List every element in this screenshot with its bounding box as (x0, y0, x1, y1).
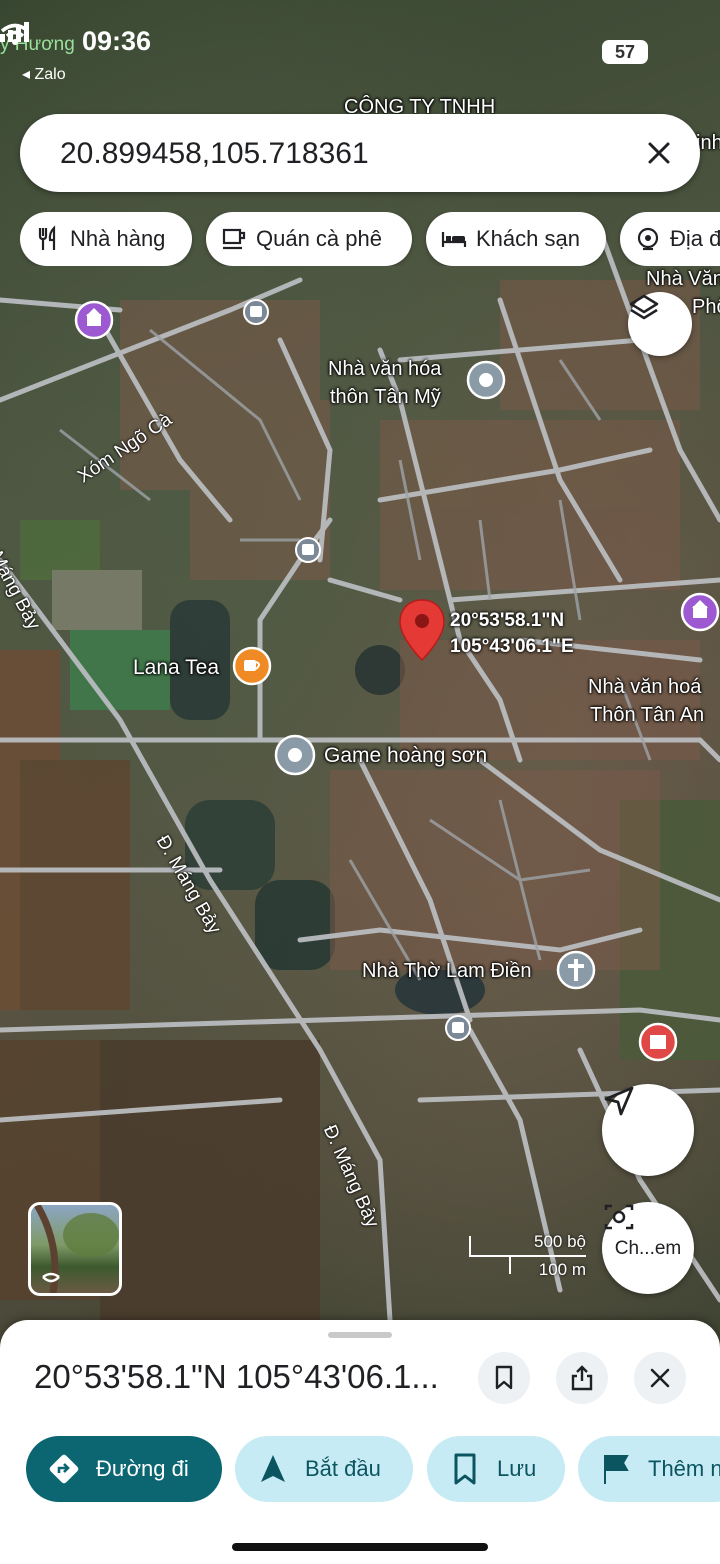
cafe-icon (222, 228, 246, 250)
church-poi-icon[interactable] (556, 950, 596, 994)
camera-icon (604, 1204, 634, 1230)
bus-stop-icon[interactable] (294, 536, 322, 564)
search-input[interactable] (58, 130, 622, 178)
close-icon[interactable] (642, 136, 676, 170)
chip-label: Quán cà phê (256, 226, 382, 251)
status-time: 09:36 (82, 26, 152, 56)
save-icon-button[interactable] (478, 1352, 530, 1404)
place-label-tan-my-2[interactable]: thôn Tân Mỹ (330, 386, 441, 409)
camera-search-button[interactable]: Ch...em (602, 1202, 694, 1294)
street-view-thumbnail[interactable] (28, 1202, 122, 1296)
share-icon (571, 1365, 593, 1391)
street-view-rotate-icon (33, 1205, 119, 1293)
save-label: Lưu (497, 1456, 537, 1481)
place-label-tan-an-2[interactable]: Thôn Tân An (590, 704, 704, 727)
chip-restaurants[interactable]: Nhà hàng (20, 212, 192, 266)
pin-lng-label: 105°43'06.1"E (450, 636, 574, 657)
search-bar[interactable] (20, 114, 700, 192)
scale-metric: 100 m (538, 1260, 586, 1279)
bus-stop-icon[interactable] (242, 298, 270, 326)
place-label-nha-tho-lam-dien[interactable]: Nhà Thờ Lam Điền (362, 960, 532, 983)
add-label-button[interactable]: Thêm n (578, 1436, 720, 1502)
back-to-app-link[interactable]: ◂ Zalo (22, 64, 66, 84)
battery-indicator: 57 (602, 40, 648, 64)
attraction-icon (637, 227, 659, 251)
navigation-arrow-icon (604, 1086, 634, 1116)
flag-icon (604, 1455, 629, 1484)
camera-button-label: Ch...em (614, 1238, 682, 1259)
hotel-icon (441, 232, 467, 247)
wifi-icon (0, 23, 30, 45)
scale-imperial: 500 bộ (534, 1232, 586, 1251)
close-sheet-button[interactable] (634, 1352, 686, 1404)
place-label-tan-my-1[interactable]: Nhà văn hóa (328, 358, 441, 381)
my-location-button[interactable] (602, 1084, 694, 1176)
chip-label: Địa đ (670, 226, 720, 251)
place-title: 20°53'58.1"N 105°43'06.1... (34, 1358, 439, 1395)
place-bottom-sheet: 20°53'58.1"N 105°43'06.1... Đường đi Bắt… (0, 1320, 720, 1564)
map-scale: 500 bộ 100 m (468, 1230, 592, 1280)
directions-button[interactable]: Đường đi (26, 1436, 222, 1502)
place-label-nha-van-1[interactable]: Nhà Văn (646, 268, 720, 291)
place-label-tan-an-1[interactable]: Nhà văn hoá (588, 676, 701, 699)
chip-cafes[interactable]: Quán cà phê (206, 212, 412, 266)
layers-icon (629, 294, 659, 320)
bookmark-icon (454, 1453, 476, 1485)
temple-poi-icon[interactable] (638, 1022, 678, 1066)
directions-label: Đường đi (96, 1456, 189, 1481)
start-button[interactable]: Bắt đầu (235, 1436, 413, 1502)
close-icon (650, 1368, 670, 1388)
pin-lat-label: 20°53'58.1"N (450, 610, 565, 631)
poi-generic-icon[interactable] (466, 360, 506, 404)
layers-button[interactable] (628, 292, 692, 356)
place-label-lana-tea[interactable]: Lana Tea (133, 656, 219, 680)
cafe-poi-icon[interactable] (232, 646, 272, 690)
poi-generic-icon[interactable] (274, 734, 316, 780)
navigate-icon (261, 1455, 285, 1482)
place-label-nha-van-2[interactable]: Phố (692, 296, 720, 319)
share-button[interactable] (556, 1352, 608, 1404)
place-label-game-hoang-son[interactable]: Game hoàng sơn (324, 744, 487, 768)
add-label-text: Thêm n (648, 1456, 720, 1481)
poi-landmark-icon[interactable] (74, 300, 114, 344)
poi-landmark-icon[interactable] (680, 592, 720, 636)
bus-stop-icon[interactable] (444, 1014, 472, 1042)
dropped-pin-icon[interactable] (398, 598, 446, 664)
home-indicator[interactable] (232, 1543, 488, 1551)
restaurant-icon (38, 225, 56, 250)
satellite-map[interactable]: y Hương 09:36 ◂ Zalo 57 CÔNG TY TNHH inh… (0, 0, 720, 1340)
status-bar: y Hương 09:36 ◂ Zalo 57 (0, 22, 720, 83)
chip-attractions[interactable]: Địa đ (620, 212, 720, 266)
start-label: Bắt đầu (305, 1456, 381, 1481)
action-buttons-row: Đường đi Bắt đầu Lưu Thêm n (26, 1436, 720, 1502)
category-chips: Nhà hàng Quán cà phê Khách sạn Địa đ (20, 212, 720, 266)
chip-hotels[interactable]: Khách sạn (426, 212, 606, 266)
chip-label: Nhà hàng (70, 226, 166, 251)
pin-coordinates-label: 20°53'58.1"N 105°43'06.1"E (450, 608, 574, 660)
directions-icon (49, 1454, 79, 1484)
sheet-drag-handle[interactable] (328, 1332, 392, 1338)
chip-label: Khách sạn (476, 226, 580, 251)
save-button[interactable]: Lưu (427, 1436, 565, 1502)
bookmark-icon (495, 1365, 513, 1390)
